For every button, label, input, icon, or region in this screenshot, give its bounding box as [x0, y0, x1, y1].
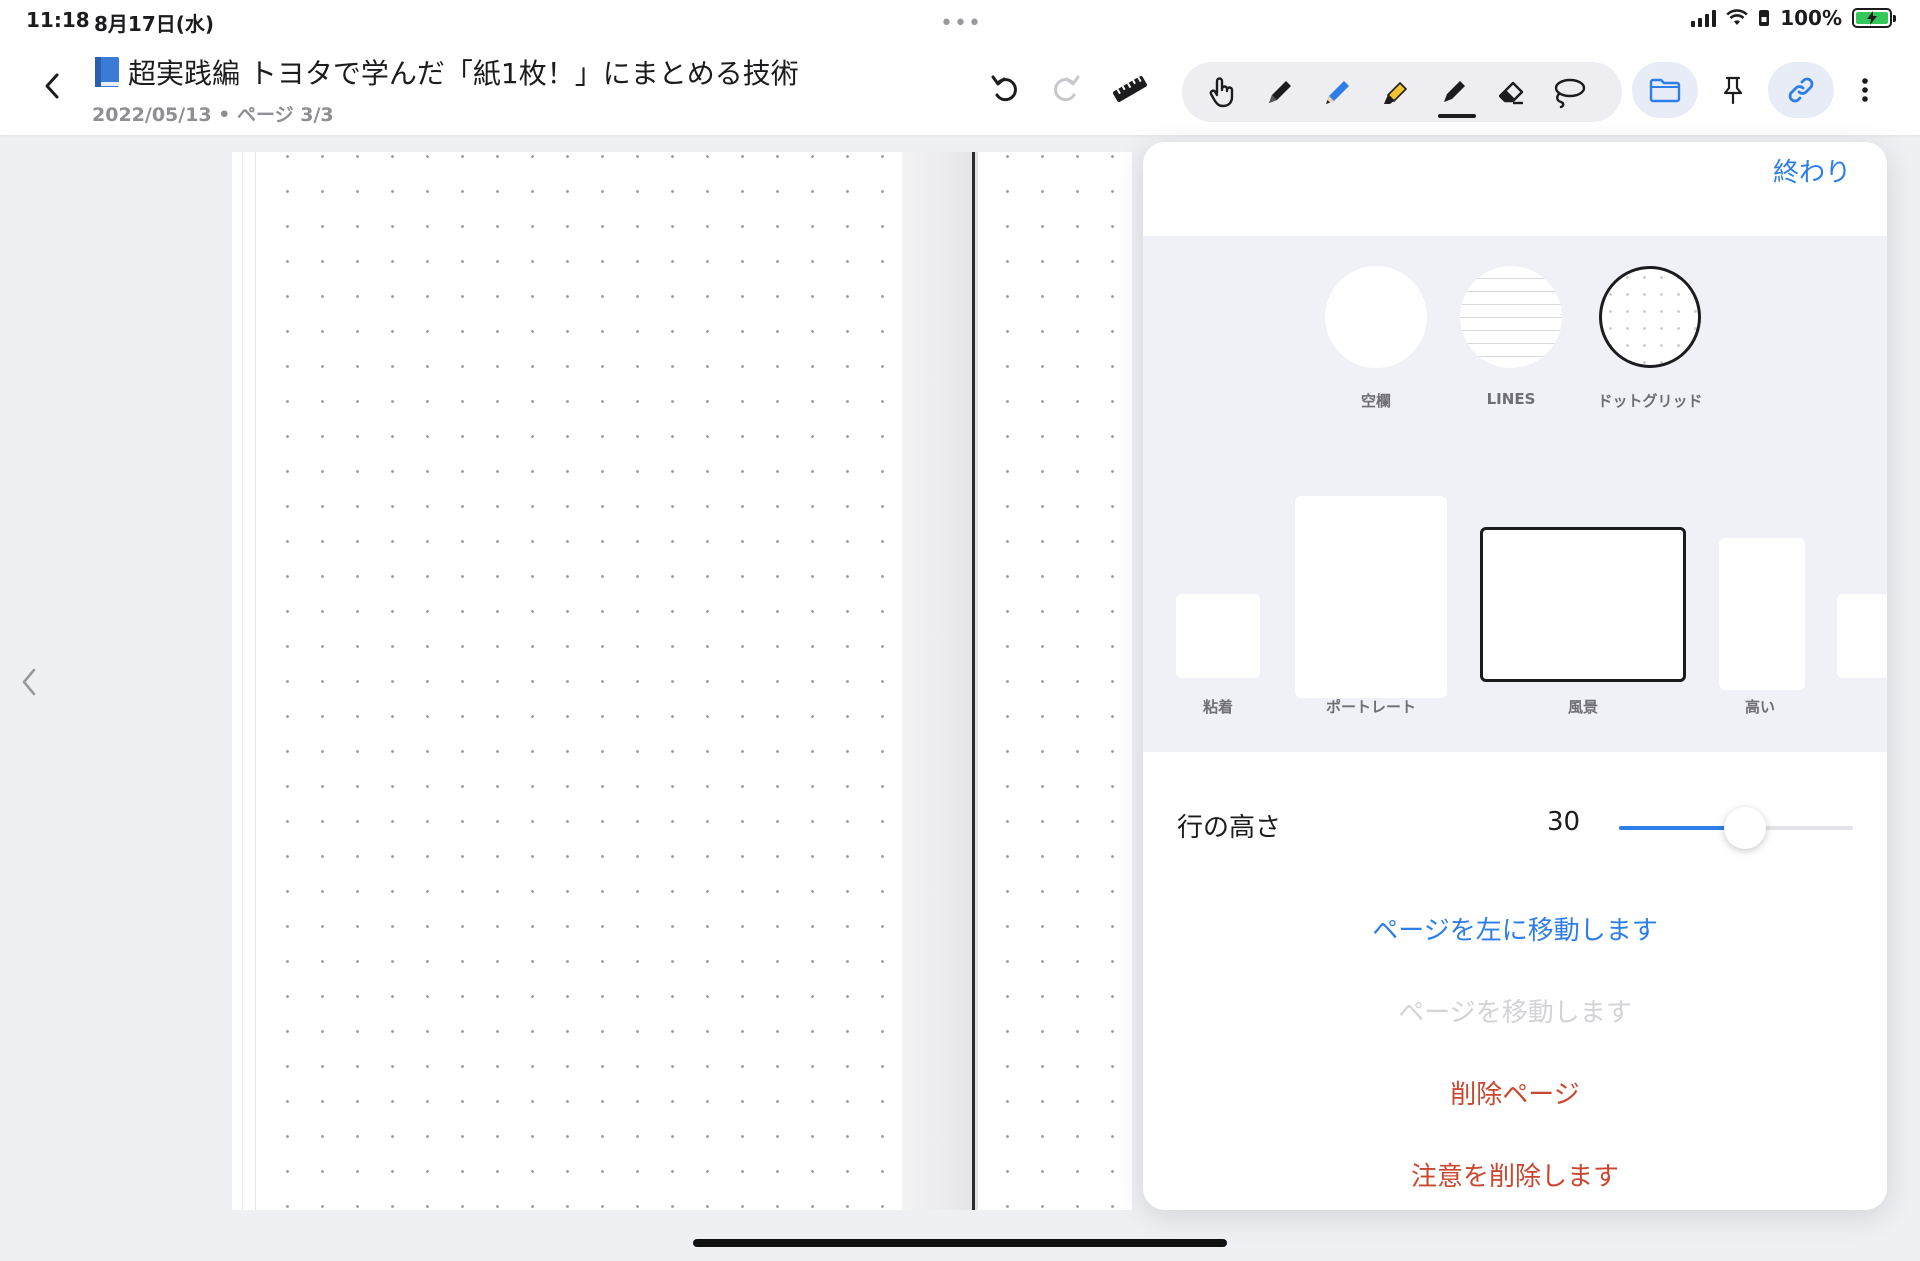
size-portrait-label: ポートレート — [1325, 698, 1416, 716]
delete-page-button[interactable]: 削除ページ — [1143, 1074, 1887, 1111]
dot-grid-page-left[interactable] — [256, 152, 910, 1210]
pencil-tool[interactable] — [1314, 68, 1362, 116]
template-dotgrid-option[interactable] — [1599, 266, 1701, 368]
document-subtitle: 2022/05/13 • ページ 3/3 — [92, 104, 334, 126]
done-button[interactable]: 終わり — [1773, 152, 1851, 189]
pin-icon — [1723, 76, 1743, 105]
marker-icon — [1444, 81, 1465, 102]
pencil-icon — [1326, 81, 1349, 104]
move-page-button: ページを移動します — [1398, 998, 1632, 1028]
pen-tool[interactable] — [1256, 68, 1304, 116]
chevron-left-icon — [22, 668, 36, 696]
size-landscape-label: 風景 — [1567, 698, 1598, 716]
move-page-left-button[interactable]: ページを左に移動します — [1143, 910, 1887, 947]
eraser-tool[interactable] — [1488, 68, 1536, 116]
size-landscape-option[interactable] — [1480, 527, 1686, 682]
document-header: 超実践編 トヨタで学んだ「紙1枚！」にまとめる技術 2022/05/13 • ペ… — [92, 52, 799, 127]
size-tall-option[interactable] — [1719, 538, 1805, 690]
size-tall-label: 高い — [1744, 698, 1775, 716]
size-more-option[interactable] — [1837, 594, 1887, 678]
page-divider-line — [972, 152, 975, 1210]
dot-grid-page-right[interactable] — [980, 152, 1132, 1210]
highlighter-tool[interactable] — [1372, 68, 1420, 116]
size-sticky-label: 粘着 — [1202, 698, 1233, 716]
template-lines-label: LINES — [1486, 390, 1536, 408]
notebook-spread[interactable] — [232, 152, 1132, 1210]
folder-icon — [1649, 78, 1681, 103]
ruler-button[interactable] — [1105, 64, 1155, 114]
more-button[interactable] — [1832, 62, 1898, 118]
blue-book-icon — [92, 55, 122, 89]
wifi-icon — [1726, 9, 1748, 27]
template-lines-option[interactable] — [1460, 266, 1562, 368]
hand-tool[interactable] — [1198, 68, 1246, 116]
status-bar: 11:18 8月17日(水) ••• 100% — [0, 0, 1920, 42]
home-indicator — [693, 1239, 1227, 1247]
page-gutter — [902, 152, 978, 1210]
pen-icon — [1269, 81, 1291, 103]
highlighter-icon — [1384, 81, 1408, 104]
page-margin — [232, 152, 256, 1210]
redo-button[interactable] — [1041, 64, 1091, 114]
battery-percent: 100% — [1780, 6, 1842, 30]
row-height-slider[interactable] — [1619, 807, 1853, 849]
back-button[interactable] — [30, 64, 74, 108]
document-title[interactable]: 超実践編 トヨタで学んだ「紙1枚！」にまとめる技術 — [92, 52, 799, 92]
drawing-tools — [1182, 62, 1622, 122]
slider-thumb[interactable] — [1724, 807, 1767, 849]
active-tool-indicator — [1438, 114, 1476, 118]
status-indicators: 100% — [1691, 6, 1896, 30]
undo-button[interactable] — [980, 64, 1030, 114]
status-time: 11:18 — [26, 8, 90, 32]
template-blank-option[interactable] — [1325, 266, 1427, 368]
size-portrait-option[interactable] — [1295, 496, 1447, 698]
page-settings-popover: 終わり 空欄 LINES ドットグリッド 粘着 ポートレート 風景 高い 行の高… — [1143, 142, 1887, 1210]
row-height-value: 30 — [1547, 807, 1581, 837]
template-dotgrid-label: ドットグリッド — [1597, 392, 1703, 410]
previous-page-button[interactable] — [14, 662, 44, 702]
more-vertical-icon — [1862, 78, 1868, 102]
lasso-icon — [1554, 78, 1586, 109]
eraser-icon — [1498, 81, 1524, 105]
cellular-signal-icon — [1691, 9, 1717, 27]
document-title-text: 超実践編 トヨタで学んだ「紙1枚！」にまとめる技術 — [128, 57, 799, 90]
notebook-toolbar: 超実践編 トヨタで学んだ「紙1枚！」にまとめる技術 2022/05/13 • ペ… — [0, 42, 1920, 135]
folder-button[interactable] — [1632, 62, 1698, 118]
undo-icon — [991, 75, 1017, 102]
row-height-label: 行の高さ — [1177, 813, 1282, 843]
status-date: 8月17日(水) — [94, 12, 215, 36]
template-picker: 空欄 LINES ドットグリッド 粘着 ポートレート 風景 高い — [1143, 236, 1887, 752]
ruler-icon — [1113, 76, 1147, 102]
pin-button[interactable] — [1700, 62, 1766, 118]
hand-pointer-icon — [1209, 77, 1234, 108]
link-icon — [1788, 77, 1814, 103]
delete-note-button[interactable]: 注意を削除します — [1143, 1156, 1887, 1193]
chevron-left-icon — [45, 73, 59, 99]
multitask-menu-icon[interactable]: ••• — [940, 11, 982, 36]
size-sticky-option[interactable] — [1176, 594, 1260, 678]
lasso-tool[interactable] — [1544, 68, 1592, 116]
link-button[interactable] — [1768, 62, 1834, 118]
redo-icon — [1054, 75, 1080, 102]
marker-tool[interactable] — [1430, 68, 1478, 118]
battery-charging-icon — [1852, 8, 1896, 28]
orientation-lock-icon — [1758, 9, 1770, 27]
